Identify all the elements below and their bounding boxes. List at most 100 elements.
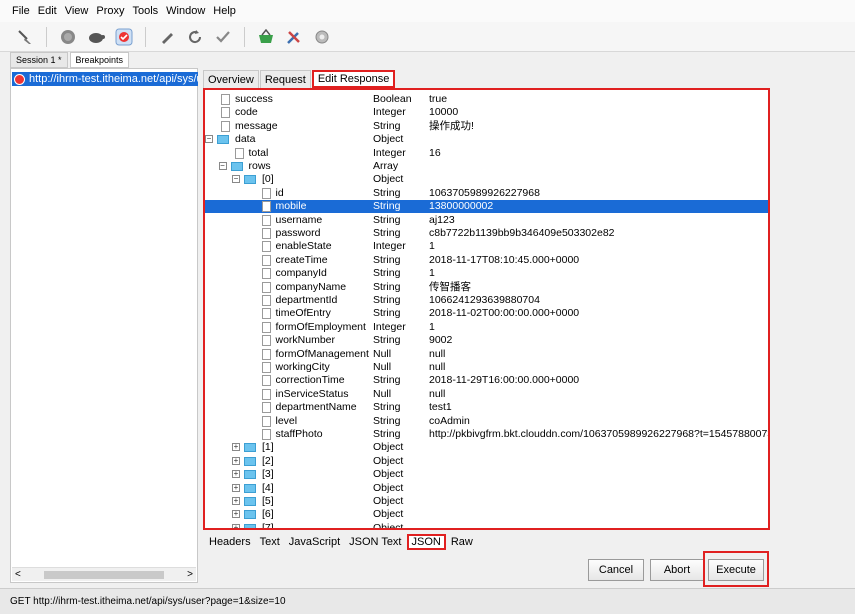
tree-key[interactable]: [0] bbox=[262, 173, 274, 186]
expand-icon[interactable]: + bbox=[232, 443, 240, 452]
tree-key[interactable]: rows bbox=[249, 160, 271, 173]
tree-value[interactable]: 1066241293639880704 bbox=[429, 294, 540, 307]
tree-key[interactable]: message bbox=[235, 120, 278, 133]
expand-icon[interactable]: + bbox=[232, 456, 240, 465]
check-icon[interactable] bbox=[212, 26, 234, 48]
tree-key[interactable]: [7] bbox=[262, 522, 274, 528]
tree-key[interactable]: departmentName bbox=[276, 401, 357, 414]
tree-value[interactable]: test1 bbox=[429, 401, 452, 414]
tree-type[interactable]: String bbox=[373, 374, 400, 387]
tree-row[interactable]: code Integer 10000 bbox=[205, 106, 768, 119]
tree-value[interactable]: 操作成功! bbox=[429, 120, 474, 133]
tree-row[interactable]: workNumber String 9002 bbox=[205, 334, 768, 347]
tree-type[interactable]: Integer bbox=[373, 147, 406, 160]
tree-row[interactable]: + [6] Object bbox=[205, 508, 768, 521]
tree-key[interactable]: companyName bbox=[276, 281, 347, 294]
pen-icon[interactable] bbox=[156, 26, 178, 48]
tree-key[interactable]: [3] bbox=[262, 468, 274, 481]
tree-value[interactable]: 1 bbox=[429, 321, 435, 334]
tree-row[interactable]: level String coAdmin bbox=[205, 415, 768, 428]
tree-value[interactable]: null bbox=[429, 348, 445, 361]
tree-type[interactable]: String bbox=[373, 227, 400, 240]
refresh-icon[interactable] bbox=[184, 26, 206, 48]
tree-type[interactable]: String bbox=[373, 200, 400, 213]
turtle-icon[interactable] bbox=[85, 26, 107, 48]
tree-type[interactable]: Object bbox=[373, 441, 403, 454]
tree-value[interactable]: 9002 bbox=[429, 334, 452, 347]
menu-edit[interactable]: Edit bbox=[38, 5, 57, 17]
tools-icon[interactable] bbox=[283, 26, 305, 48]
tree-type[interactable]: Object bbox=[373, 508, 403, 521]
tree-key[interactable]: mobile bbox=[276, 200, 307, 213]
tree-type[interactable]: String bbox=[373, 428, 400, 441]
expand-icon[interactable]: + bbox=[232, 470, 240, 479]
tree-key[interactable]: enableState bbox=[276, 240, 332, 253]
tab-edit-response[interactable]: Edit Response bbox=[311, 70, 396, 88]
tree-key[interactable]: [6] bbox=[262, 508, 274, 521]
tree-key[interactable]: departmentId bbox=[276, 294, 338, 307]
tree-value[interactable]: 1063705989926227968 bbox=[429, 187, 540, 200]
tree-key[interactable]: inServiceStatus bbox=[276, 388, 349, 401]
tree-type[interactable]: Integer bbox=[373, 321, 406, 334]
tree-type[interactable]: Integer bbox=[373, 106, 406, 119]
tree-value[interactable]: c8b7722b1139bb9b346409e503302e82 bbox=[429, 227, 615, 240]
basket-icon[interactable] bbox=[255, 26, 277, 48]
tree-type[interactable]: String bbox=[373, 415, 400, 428]
tree-type[interactable]: Null bbox=[373, 361, 391, 374]
tree-type[interactable]: Null bbox=[373, 388, 391, 401]
tree-value[interactable]: true bbox=[429, 93, 447, 106]
menu-tools[interactable]: Tools bbox=[132, 5, 158, 17]
tree-row[interactable]: departmentId String 1066241293639880704 bbox=[205, 294, 768, 307]
tree-row[interactable]: − rows Array bbox=[205, 160, 768, 173]
tree-row[interactable]: success Boolean true bbox=[205, 93, 768, 106]
tree-type[interactable]: Object bbox=[373, 455, 403, 468]
tree-row[interactable]: enableState Integer 1 bbox=[205, 240, 768, 253]
tree-row[interactable]: + [5] Object bbox=[205, 495, 768, 508]
settings-icon[interactable] bbox=[311, 26, 333, 48]
tree-type[interactable]: Integer bbox=[373, 240, 406, 253]
tree-key[interactable]: correctionTime bbox=[276, 374, 345, 387]
tree-type[interactable]: Object bbox=[373, 468, 403, 481]
tree-type[interactable]: String bbox=[373, 334, 400, 347]
tree-row[interactable]: staffPhoto String http://pkbivgfrm.bkt.clo… bbox=[205, 428, 768, 441]
tree-type[interactable]: String bbox=[373, 120, 400, 133]
tree-row[interactable]: formOfEmployment Integer 1 bbox=[205, 321, 768, 334]
menu-help[interactable]: Help bbox=[213, 5, 236, 17]
expand-icon[interactable]: + bbox=[232, 483, 240, 492]
execute-button[interactable]: Execute bbox=[708, 559, 764, 581]
tree-key[interactable]: code bbox=[235, 106, 258, 119]
tab-request[interactable]: Request bbox=[259, 70, 311, 88]
tree-type[interactable]: Object bbox=[373, 482, 403, 495]
tree-row[interactable]: timeOfEntry String 2018-11-02T00:00:00.000… bbox=[205, 307, 768, 320]
tree-row[interactable]: correctionTime String 2018-11-29T16:00:00.… bbox=[205, 374, 768, 387]
tree-row[interactable]: mobile String 13800000002 bbox=[205, 200, 768, 214]
tree-row[interactable]: createTime String 2018-11-17T08:10:45.000+… bbox=[205, 254, 768, 267]
scroll-right-icon[interactable]: > bbox=[187, 569, 193, 580]
collapse-icon[interactable]: − bbox=[218, 162, 227, 170]
tree-type[interactable]: Object bbox=[373, 522, 403, 528]
tree-value[interactable]: null bbox=[429, 361, 445, 374]
tree-type[interactable]: Boolean bbox=[373, 93, 412, 106]
tree-type[interactable]: Object bbox=[373, 133, 403, 146]
tree-key[interactable]: workNumber bbox=[276, 334, 336, 347]
tree-row[interactable]: password String c8b7722b1139bb9b346409e503… bbox=[205, 227, 768, 240]
tree-value[interactable]: 2018-11-17T08:10:45.000+0000 bbox=[429, 254, 579, 267]
tree-value[interactable]: 2018-11-29T16:00:00.000+0000 bbox=[429, 374, 579, 387]
tree-type[interactable]: String bbox=[373, 401, 400, 414]
tree-type[interactable]: String bbox=[373, 267, 400, 280]
tree-value[interactable]: 1 bbox=[429, 267, 435, 280]
tree-row[interactable]: companyId String 1 bbox=[205, 267, 768, 280]
tab-raw[interactable]: Raw bbox=[447, 535, 477, 549]
tree-value[interactable]: http://pkbivgfrm.bkt.clouddn.com/1063705… bbox=[429, 428, 768, 441]
tree-key[interactable]: success bbox=[235, 93, 273, 106]
tree-value[interactable]: 1 bbox=[429, 240, 435, 253]
tree-type[interactable]: Object bbox=[373, 495, 403, 508]
tab-json[interactable]: JSON bbox=[406, 534, 446, 550]
tab-javascript[interactable]: JavaScript bbox=[285, 535, 344, 549]
expand-icon[interactable]: + bbox=[232, 510, 240, 519]
tree-row[interactable]: companyName String 传智播客 bbox=[205, 281, 768, 294]
tree-key[interactable]: staffPhoto bbox=[276, 428, 323, 441]
menu-view[interactable]: View bbox=[65, 5, 89, 17]
tree-type[interactable]: String bbox=[373, 214, 400, 227]
json-tree-editor[interactable]: success Boolean true code Integer 10000 messag… bbox=[203, 88, 770, 530]
